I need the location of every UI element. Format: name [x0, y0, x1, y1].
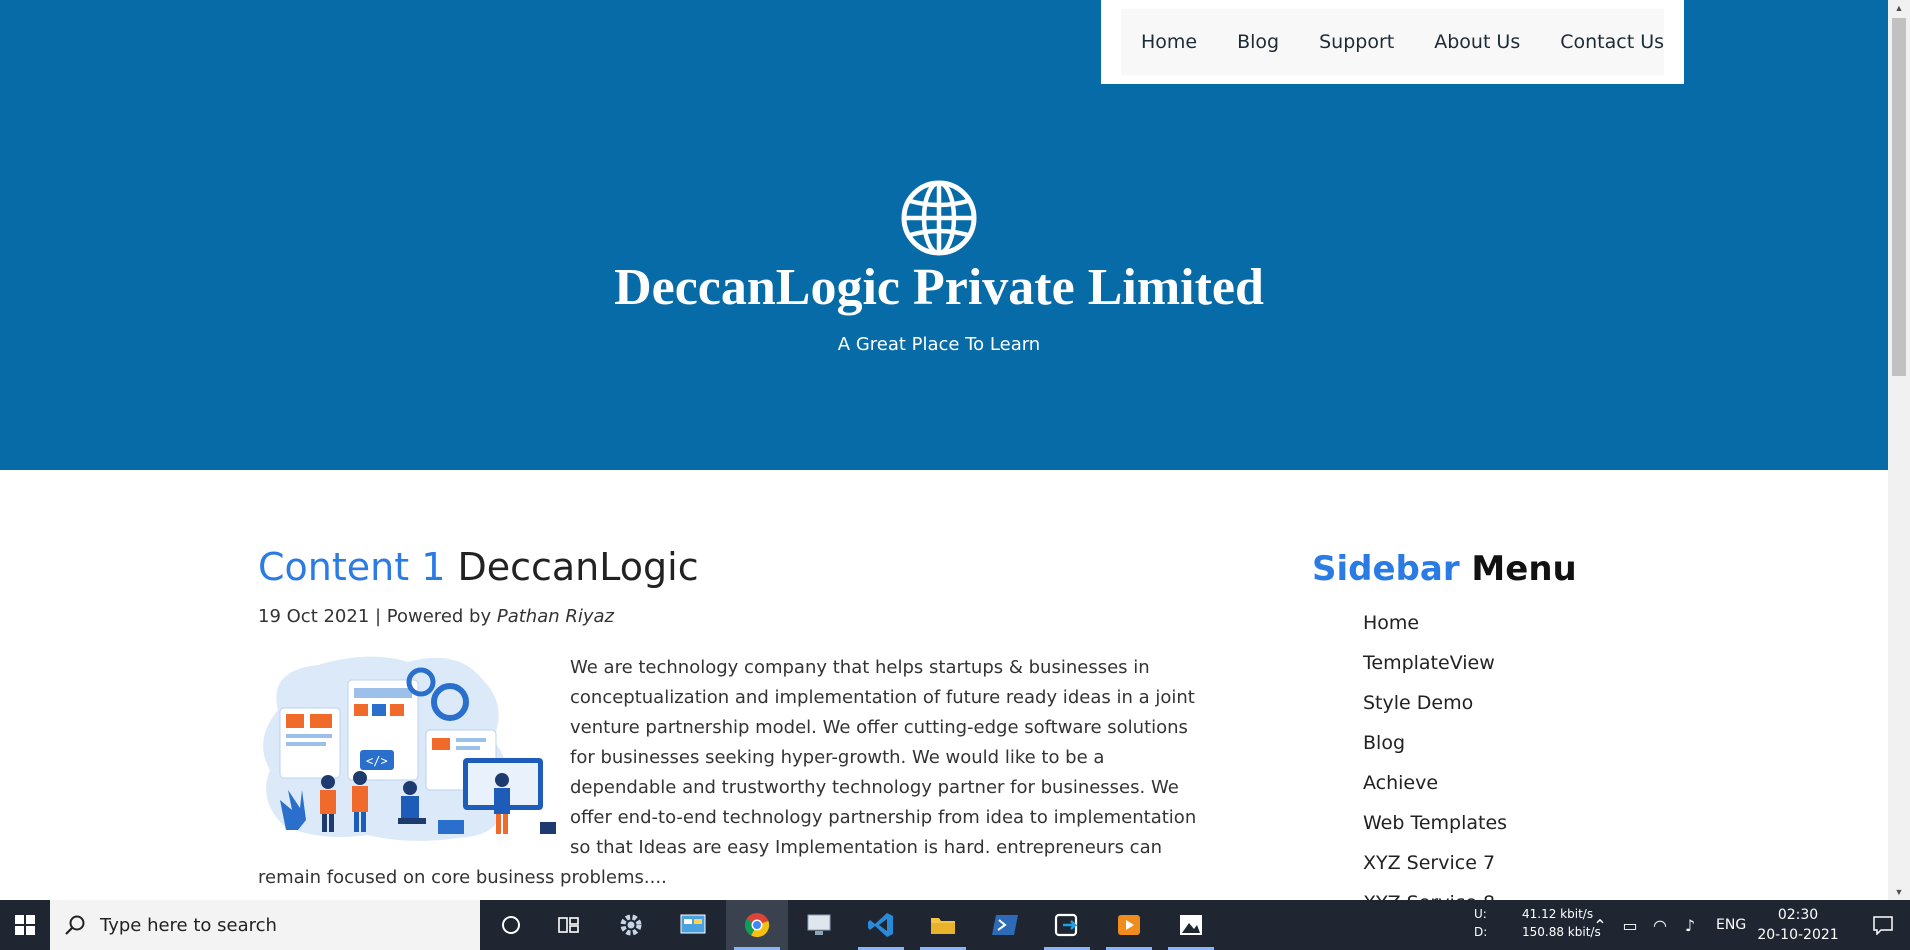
- taskbar-remote-desktop-app[interactable]: [788, 900, 850, 950]
- site-title: DeccanLogic Private Limited: [614, 259, 1264, 316]
- taskbar-powershell-app[interactable]: [974, 900, 1036, 950]
- sidebar-title: Sidebar Menu: [1312, 549, 1577, 589]
- media-player-icon: [1118, 915, 1140, 935]
- task-view-button[interactable]: [538, 900, 600, 950]
- svg-text:</>: </>: [366, 754, 388, 768]
- top-navigation: Home Blog Support About Us Contact Us: [1101, 0, 1684, 84]
- sidebar-item-templateview[interactable]: TemplateView: [1363, 650, 1507, 690]
- scroll-down-arrow-icon[interactable]: ▼: [1888, 884, 1910, 900]
- taskbar-chrome-app[interactable]: [726, 900, 788, 950]
- sidebar-title-rest: Menu: [1459, 549, 1577, 589]
- windows-taskbar: Type here to search U: 41.12 kbit/s D: 1…: [0, 900, 1910, 950]
- sidebar-menu: Home TemplateView Style Demo Blog Achiev…: [1363, 610, 1507, 900]
- scroll-thumb[interactable]: [1892, 18, 1906, 376]
- share-arrow-icon: [1054, 913, 1078, 937]
- cortana-circle-icon: [502, 916, 520, 934]
- upload-speed: 41.12 kbit/s: [1522, 907, 1594, 921]
- post-date: 19 Oct 2021: [258, 606, 370, 627]
- nav-about-us[interactable]: About Us: [1434, 31, 1520, 53]
- content-title-accent: Content 1: [258, 545, 446, 589]
- chevron-up-icon[interactable]: ⌃: [1590, 916, 1610, 935]
- content-title: Content 1 DeccanLogic: [258, 545, 699, 589]
- search-icon: [65, 915, 85, 935]
- taskbar-share-app[interactable]: [1036, 900, 1098, 950]
- sidebar-item-style-demo[interactable]: Style Demo: [1363, 690, 1507, 730]
- upload-label: U:: [1474, 907, 1487, 921]
- clock-time: 02:30: [1777, 907, 1819, 923]
- site-header: Home Blog Support About Us Contact Us De…: [0, 0, 1888, 470]
- page-scrollbar[interactable]: ▲ ▼: [1888, 0, 1910, 900]
- cortana-button[interactable]: [480, 900, 542, 950]
- technology-illustration: </>: [263, 656, 556, 841]
- notification-icon: [1873, 916, 1893, 935]
- site-tagline: A Great Place To Learn: [837, 334, 1041, 355]
- nav-contact-us[interactable]: Contact Us: [1560, 31, 1664, 53]
- taskbar-file-explorer-app[interactable]: [912, 900, 974, 950]
- scroll-up-arrow-icon[interactable]: ▲: [1888, 0, 1910, 16]
- battery-icon[interactable]: ▭: [1620, 916, 1640, 935]
- windows-logo-icon: [15, 915, 35, 935]
- download-label: D:: [1474, 925, 1488, 939]
- clock-date: 20-10-2021: [1757, 927, 1839, 943]
- sidebar-item-home[interactable]: Home: [1363, 610, 1507, 650]
- sidebar-title-accent: Sidebar: [1312, 549, 1460, 589]
- chrome-icon: [744, 913, 770, 938]
- nav-bar: Home Blog Support About Us Contact Us: [1121, 9, 1664, 75]
- task-view-icon: [558, 917, 579, 933]
- folder-icon: [931, 918, 955, 934]
- sidebar-item-web-templates[interactable]: Web Templates: [1363, 810, 1507, 850]
- vscode-icon: [868, 913, 893, 937]
- screen: Home Blog Support About Us Contact Us De…: [0, 0, 1910, 950]
- wifi-icon[interactable]: ◠: [1650, 916, 1670, 935]
- network-speed-meter: U: 41.12 kbit/s D: 150.88 kbit/s: [1474, 905, 1601, 941]
- sidebar-item-blog[interactable]: Blog: [1363, 730, 1507, 770]
- taskbar-photos-app[interactable]: [1160, 900, 1222, 950]
- globe-icon: [901, 180, 977, 256]
- browser-page: Home Blog Support About Us Contact Us De…: [0, 0, 1888, 900]
- sidebar-item-xyz-service-8[interactable]: XYZ Service 8: [1363, 890, 1507, 900]
- nav-blog[interactable]: Blog: [1237, 31, 1279, 53]
- download-speed: 150.88 kbit/s: [1522, 925, 1601, 939]
- post-meta: 19 Oct 2021 | Powered by Pathan Riyaz: [258, 606, 614, 627]
- input-language[interactable]: ENG: [1716, 900, 1746, 950]
- powered-by-label: | Powered by: [369, 606, 497, 627]
- remote-desktop-icon: [807, 914, 831, 935]
- control-panel-icon: [680, 914, 706, 934]
- taskbar-vscode-app[interactable]: [850, 900, 912, 950]
- search-placeholder: Type here to search: [100, 914, 277, 936]
- gear-icon: [620, 914, 642, 936]
- photos-icon: [1180, 915, 1202, 935]
- taskbar-settings-app[interactable]: [600, 900, 662, 950]
- taskbar-control-panel-app[interactable]: [662, 900, 724, 950]
- windows-start-button[interactable]: [0, 900, 50, 950]
- taskbar-media-player-app[interactable]: [1098, 900, 1160, 950]
- post-author: Pathan Riyaz: [496, 606, 614, 627]
- sidebar-item-achieve[interactable]: Achieve: [1363, 770, 1507, 810]
- taskbar-search-box[interactable]: Type here to search: [50, 900, 480, 950]
- nav-home[interactable]: Home: [1141, 31, 1197, 53]
- nav-support[interactable]: Support: [1319, 31, 1394, 53]
- volume-icon[interactable]: ♪: [1680, 916, 1700, 935]
- system-tray: ⌃ ▭ ◠ ♪: [1590, 900, 1700, 950]
- content-title-rest: DeccanLogic: [445, 545, 699, 589]
- powershell-icon: [992, 915, 1018, 935]
- sidebar-item-xyz-service-7[interactable]: XYZ Service 7: [1363, 850, 1507, 890]
- clock[interactable]: 02:30 20-10-2021: [1756, 905, 1840, 945]
- notification-center-button[interactable]: [1856, 900, 1910, 950]
